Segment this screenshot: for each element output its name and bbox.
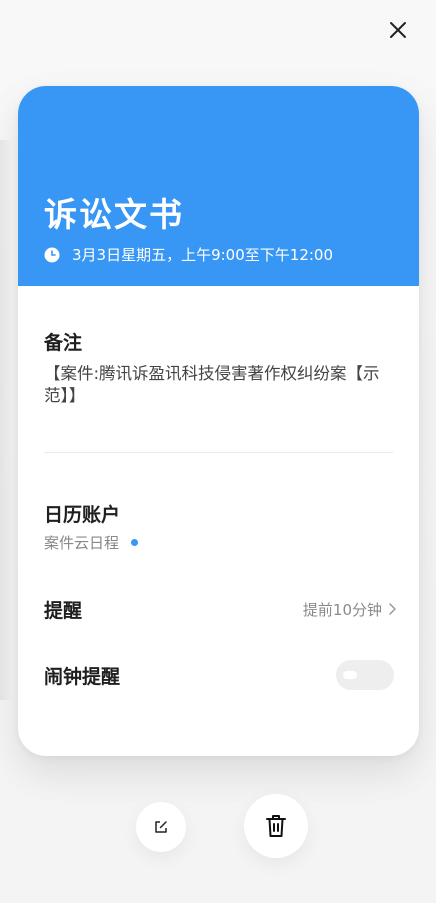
background-panel-edge (0, 140, 12, 700)
reminder-value-group: 提前10分钟 (303, 599, 397, 620)
clock-icon (44, 247, 60, 262)
event-card: 诉讼文书 3月3日星期五，上午9:00至下午12:00 备注 【案件:腾讯诉盈讯… (18, 86, 419, 756)
close-button[interactable] (382, 14, 414, 46)
delete-button[interactable] (244, 794, 308, 858)
calendar-account-label: 日历账户 (44, 504, 121, 526)
note-text: 【案件:腾讯诉盈讯科技侵害著作权纠纷案【示范】】 (44, 364, 380, 405)
calendar-color-dot (131, 539, 139, 546)
alarm-reminder-label: 闹钟提醒 (44, 665, 121, 688)
event-detail-page: 诉讼文书 3月3日星期五，上午9:00至下午12:00 备注 【案件:腾讯诉盈讯… (0, 0, 436, 903)
reminder-label: 提醒 (44, 599, 83, 622)
reminder-value: 提前10分钟 (302, 600, 382, 619)
note-label: 备注 (44, 332, 83, 354)
event-title: 诉讼文书 (44, 195, 184, 234)
event-time: 3月3日星期五，上午9:00至下午12:00 (72, 246, 333, 264)
alarm-reminder-toggle[interactable] (336, 660, 394, 690)
calendar-account-value: 案件云日程 (44, 532, 139, 553)
divider (44, 452, 393, 453)
edit-icon (155, 821, 167, 833)
trash-icon (266, 815, 286, 837)
event-header: 诉讼文书 3月3日星期五，上午9:00至下午12:00 (18, 86, 419, 286)
reminder-row[interactable]: 提醒 提前10分钟 (44, 594, 397, 624)
calendar-account-name: 案件云日程 (44, 534, 120, 552)
edit-button[interactable] (136, 802, 186, 852)
close-icon (390, 22, 406, 38)
toggle-knob (343, 671, 357, 679)
alarm-reminder-row: 闹钟提醒 (44, 659, 394, 691)
chevron-right-icon (389, 603, 396, 615)
event-time-row: 3月3日星期五，上午9:00至下午12:00 (44, 244, 333, 265)
